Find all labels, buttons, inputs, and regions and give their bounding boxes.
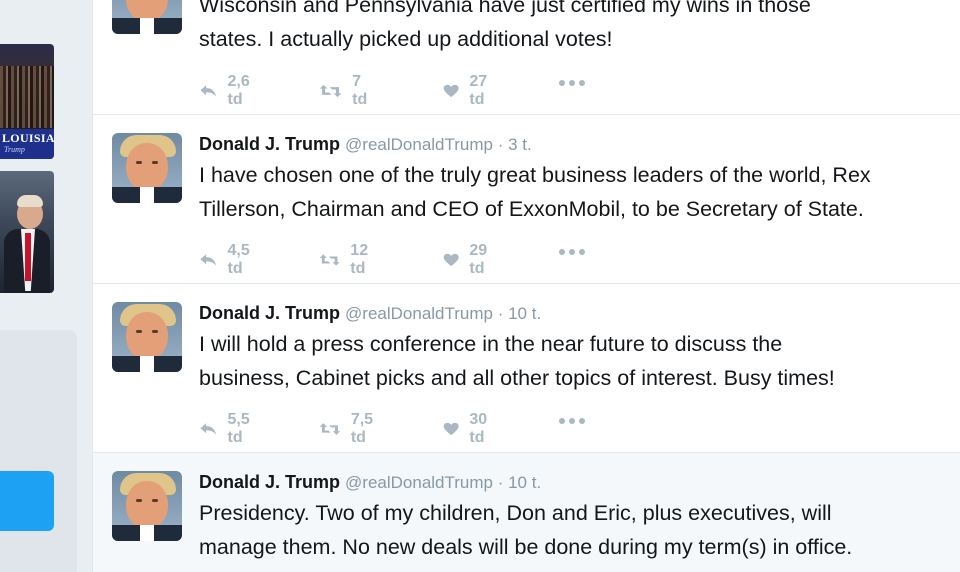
tweet-header: Donald J. Trump @realDonaldTrump · 10 t. (199, 472, 541, 493)
display-name[interactable]: Donald J. Trump (199, 472, 340, 492)
tweet-text-line: Presidency. Two of my children, Don and … (199, 501, 832, 525)
like-icon (443, 84, 459, 98)
like-action[interactable]: 29 td (443, 242, 495, 278)
retweet-action[interactable]: 7,5 td (319, 411, 381, 447)
tweet-text-line: I have chosen one of the truly great bus… (199, 163, 871, 187)
tweet[interactable]: Wisconsin and Pennsylvania have just cer… (93, 0, 960, 115)
avatar[interactable] (112, 0, 182, 34)
avatar-face (126, 143, 168, 191)
sidebar-blue-button[interactable] (0, 471, 54, 531)
more-action[interactable] (557, 73, 587, 93)
tweet[interactable]: Donald J. Trump @realDonaldTrump · 10 t.… (93, 453, 960, 572)
avatar[interactable] (112, 302, 182, 372)
reply-action[interactable]: 2,6 td (199, 73, 257, 109)
tweet-text-line: Wisconsin and Pennsylvania have just cer… (199, 0, 811, 17)
like-icon (443, 253, 459, 267)
like-count: 30 td (469, 411, 488, 446)
reply-action[interactable]: 5,5 td (199, 411, 257, 447)
rally-banner-sub: Trump (4, 145, 25, 154)
avatar-face (126, 312, 168, 360)
avatar-eye (136, 161, 142, 164)
reply-count: 4,5 td (227, 242, 250, 277)
avatar-shirt (140, 525, 154, 541)
avatar-face (126, 481, 168, 529)
tweet-header: Donald J. Trump @realDonaldTrump · 3 t. (199, 134, 532, 155)
retweet-icon (319, 84, 342, 98)
handle-timestamp[interactable]: @realDonaldTrump · 3 t. (345, 135, 532, 154)
avatar-shirt (140, 356, 154, 372)
more-icon (559, 80, 585, 86)
avatar-eye (152, 499, 158, 502)
rally-crowd (0, 66, 54, 128)
retweet-count: 7,5 td (350, 411, 374, 446)
avatar-eye (136, 499, 142, 502)
photo-tie (25, 233, 31, 281)
more-action[interactable] (557, 242, 587, 262)
rally-banner-text: LOUISIA (2, 131, 54, 145)
tweet[interactable]: Donald J. Trump @realDonaldTrump · 3 t. … (93, 115, 960, 284)
avatar-eye (136, 330, 142, 333)
tweet-text-line: I will hold a press conference in the ne… (199, 332, 783, 356)
avatar[interactable] (112, 471, 182, 541)
display-name[interactable]: Donald J. Trump (199, 303, 340, 323)
tweet-text-line: manage them. No new deals will be done d… (199, 535, 853, 559)
like-action[interactable]: 27 td (443, 73, 495, 109)
tweet-text-line: business, Cabinet picks and all other to… (199, 366, 835, 390)
retweet-action[interactable]: 7 td (319, 73, 374, 109)
more-icon (559, 418, 585, 424)
reply-action[interactable]: 4,5 td (199, 242, 257, 278)
tweet-text: I will hold a press conference in the ne… (199, 327, 949, 395)
avatar-shirt (140, 18, 154, 34)
tweet-header: Donald J. Trump @realDonaldTrump · 10 t. (199, 303, 541, 324)
reply-count: 2,6 td (227, 73, 250, 108)
reply-icon (200, 423, 217, 435)
rally-banner: LOUISIA Trump (0, 129, 54, 159)
more-action[interactable] (557, 411, 587, 431)
avatar-shirt (140, 187, 154, 203)
reply-icon (200, 85, 217, 97)
tweet-text: Wisconsin and Pennsylvania have just cer… (199, 0, 949, 56)
tweet[interactable]: Donald J. Trump @realDonaldTrump · 10 t.… (93, 284, 960, 453)
tweet-text-line: states. I actually picked up additional … (199, 27, 613, 51)
retweet-count: 12 td (350, 242, 369, 277)
retweet-count: 7 td (352, 73, 368, 108)
like-count: 29 td (469, 242, 488, 277)
retweet-action[interactable]: 12 td (319, 242, 377, 278)
tweet-text-line: Tillerson, Chairman and CEO of ExxonMobi… (199, 197, 864, 221)
handle-timestamp[interactable]: @realDonaldTrump · 10 t. (345, 304, 541, 323)
reply-icon (200, 254, 217, 266)
tweet-timeline: Wisconsin and Pennsylvania have just cer… (92, 0, 960, 572)
reply-count: 5,5 td (227, 411, 250, 446)
handle-timestamp[interactable]: @realDonaldTrump · 10 t. (345, 473, 541, 492)
left-sidebar: LOUISIA Trump (0, 0, 92, 572)
avatar[interactable] (112, 133, 182, 203)
avatar-eye (152, 161, 158, 164)
avatar-eye (152, 330, 158, 333)
retweet-icon (319, 254, 340, 266)
person-photo[interactable] (0, 171, 54, 293)
like-action[interactable]: 30 td (443, 411, 495, 447)
display-name[interactable]: Donald J. Trump (199, 134, 340, 154)
like-count: 27 td (469, 73, 488, 108)
more-icon (559, 249, 585, 255)
sidebar-card (0, 330, 77, 572)
like-icon (443, 422, 459, 436)
tweet-text: Presidency. Two of my children, Don and … (199, 496, 949, 564)
retweet-icon (319, 423, 341, 435)
photo-hair (17, 195, 43, 207)
rally-photo[interactable]: LOUISIA Trump (0, 44, 54, 159)
tweet-text: I have chosen one of the truly great bus… (199, 158, 949, 226)
